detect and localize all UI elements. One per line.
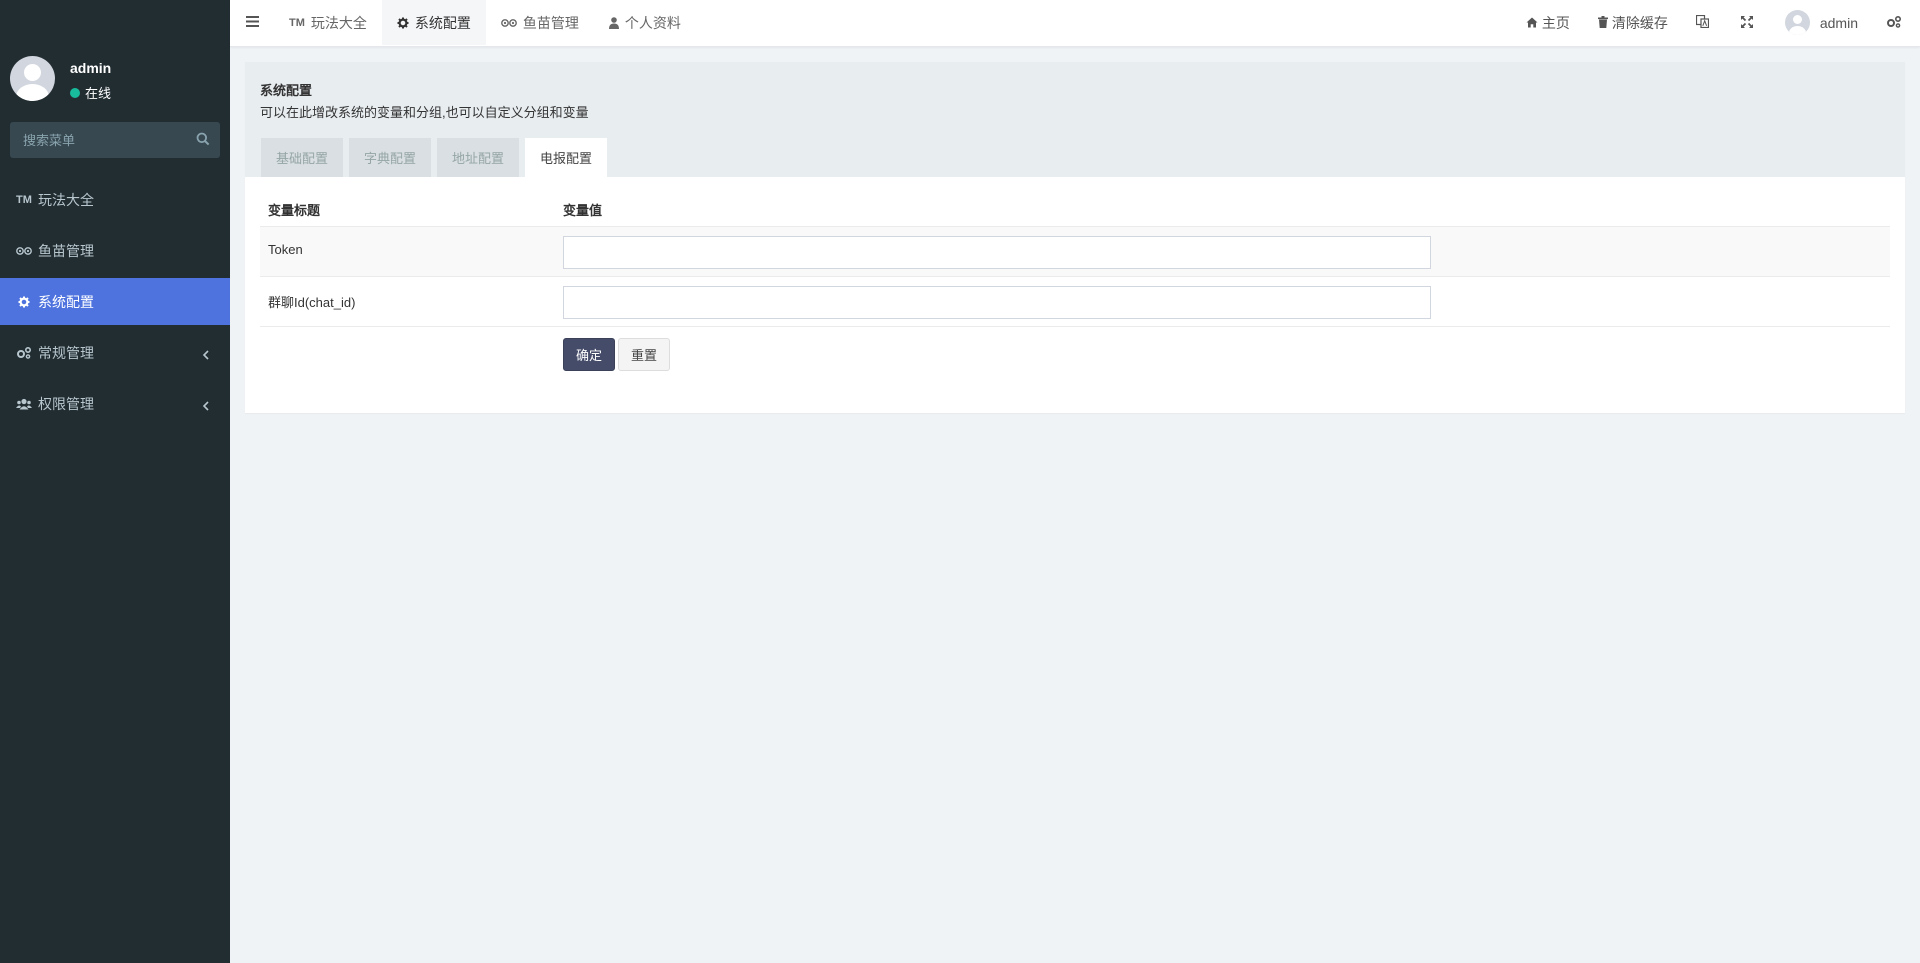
page-tabs: TM 玩法大全 系统配置 鱼苗管理 个人资料 <box>274 0 696 45</box>
submit-button[interactable]: 确定 <box>563 338 615 371</box>
user-panel: admin 在线 <box>10 56 220 106</box>
sidebar-item-label: 常规管理 <box>38 344 94 361</box>
online-status-dot-icon <box>70 87 80 98</box>
sidebar-menu: TM 玩法大全 鱼苗管理 系统配置 常规管理 权限管理 <box>0 176 230 431</box>
fullscreen-button[interactable] <box>1727 0 1771 45</box>
tab-label: 系统配置 <box>414 14 471 31</box>
page-description: 可以在此增改系统的变量和分组,也可以自定义分组和变量 <box>260 105 589 120</box>
tm-icon: TM <box>16 193 32 206</box>
sidebar-toggle-button[interactable] <box>230 0 274 44</box>
avatar <box>10 56 55 101</box>
tab-gameplay[interactable]: TM 玩法大全 <box>274 0 382 45</box>
sidebar-item-permission-management[interactable]: 权限管理 <box>0 380 230 427</box>
table-header: 变量标题 变量值 <box>260 188 1890 227</box>
hamburger-icon <box>245 14 259 30</box>
variable-title: 群聊Id(chat_id) <box>268 295 356 310</box>
tab-telegram-config[interactable]: 电报配置 <box>525 138 608 177</box>
clear-cache-button[interactable]: 清除缓存 <box>1584 0 1682 45</box>
column-header-title: 变量标题 <box>268 203 321 218</box>
top-navbar: TM 玩法大全 系统配置 鱼苗管理 个人资料 主页 清除缓存 admin <box>230 0 1920 47</box>
tripadvisor-icon <box>16 243 32 259</box>
user-name: admin <box>70 60 112 76</box>
tab-label: 玩法大全 <box>310 14 367 31</box>
language-switch-button[interactable] <box>1682 0 1727 45</box>
user-status: 在线 <box>70 83 111 102</box>
chat-id-input[interactable] <box>563 286 1431 319</box>
user-name: admin <box>1819 14 1858 31</box>
chevron-left-icon <box>202 347 212 360</box>
users-icon <box>16 396 32 412</box>
sidebar: admin 在线 TM 玩法大全 鱼苗管理 系统配置 <box>0 0 230 963</box>
cogs-icon <box>16 345 32 361</box>
tab-label: 个人资料 <box>624 14 681 31</box>
gear-icon <box>16 294 32 310</box>
search-menu-input[interactable] <box>10 122 190 158</box>
home-label: 主页 <box>1541 14 1570 31</box>
tripadvisor-icon <box>500 18 517 28</box>
config-tabs: 基础配置 字典配置 地址配置 电报配置 <box>261 138 613 177</box>
sidebar-item-label: 玩法大全 <box>38 191 94 208</box>
user-status-label: 在线 <box>85 86 112 101</box>
column-header-value: 变量值 <box>563 203 603 218</box>
trash-icon <box>1597 15 1612 31</box>
sidebar-search <box>10 122 220 158</box>
gear-icon <box>397 17 409 29</box>
variable-title: Token <box>268 242 303 257</box>
sidebar-item-gameplay[interactable]: TM 玩法大全 <box>0 176 230 223</box>
tm-icon: TM <box>289 16 305 29</box>
control-sidebar-button[interactable] <box>1872 0 1920 45</box>
panel-heading: 系统配置 可以在此增改系统的变量和分组,也可以自定义分组和变量 基础配置 字典配… <box>245 62 1905 177</box>
translate-icon <box>1695 14 1713 31</box>
clear-cache-label: 清除缓存 <box>1611 14 1668 31</box>
user-icon <box>608 16 619 29</box>
tab-basic-config[interactable]: 基础配置 <box>261 138 344 177</box>
chevron-left-icon <box>202 398 212 411</box>
sidebar-item-label: 系统配置 <box>38 293 94 310</box>
sidebar-item-fry-management[interactable]: 鱼苗管理 <box>0 227 230 274</box>
avatar <box>1784 10 1810 35</box>
tab-fry-management[interactable]: 鱼苗管理 <box>486 0 594 45</box>
home-icon <box>1526 15 1542 31</box>
sidebar-item-system-config[interactable]: 系统配置 <box>0 278 230 325</box>
tab-label: 鱼苗管理 <box>522 14 579 31</box>
page-title: 系统配置 <box>260 83 313 98</box>
tab-profile[interactable]: 个人资料 <box>594 0 696 45</box>
sidebar-item-label: 鱼苗管理 <box>38 242 94 259</box>
config-panel: 系统配置 可以在此增改系统的变量和分组,也可以自定义分组和变量 基础配置 字典配… <box>245 62 1905 413</box>
search-icon[interactable] <box>196 132 212 148</box>
home-link[interactable]: 主页 <box>1512 0 1584 45</box>
tab-system-config[interactable]: 系统配置 <box>381 0 486 45</box>
cogs-icon <box>1886 15 1906 31</box>
reset-button[interactable]: 重置 <box>618 338 670 371</box>
table-row: 群聊Id(chat_id) <box>260 277 1890 327</box>
expand-icon <box>1740 15 1757 31</box>
sidebar-item-label: 权限管理 <box>38 395 94 412</box>
user-menu[interactable]: admin <box>1771 0 1872 45</box>
table-row: Token <box>260 227 1890 277</box>
token-input[interactable] <box>563 236 1431 269</box>
top-right-nav: 主页 清除缓存 admin <box>1512 0 1920 45</box>
tab-address-config[interactable]: 地址配置 <box>437 138 520 177</box>
tab-dictionary-config[interactable]: 字典配置 <box>349 138 432 177</box>
sidebar-item-general-management[interactable]: 常规管理 <box>0 329 230 376</box>
